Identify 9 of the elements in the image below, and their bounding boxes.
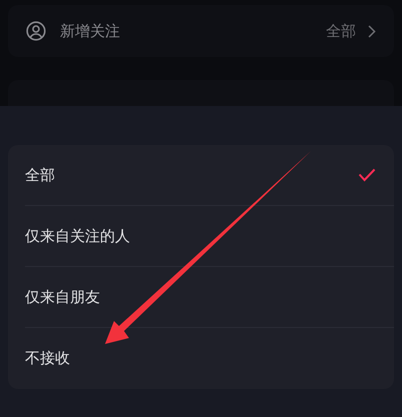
setting-label: 新增关注 (60, 20, 120, 42)
setting-value: 全部 (326, 20, 356, 42)
option-label: 全部 (25, 164, 55, 186)
user-icon (26, 21, 46, 41)
option-label: 不接收 (25, 348, 70, 370)
option-item[interactable]: 不接收 (25, 328, 394, 389)
chevron-icon (368, 24, 376, 38)
option-label: 仅来自关注的人 (25, 226, 130, 247)
option-label: 仅来自朋友 (25, 286, 100, 308)
